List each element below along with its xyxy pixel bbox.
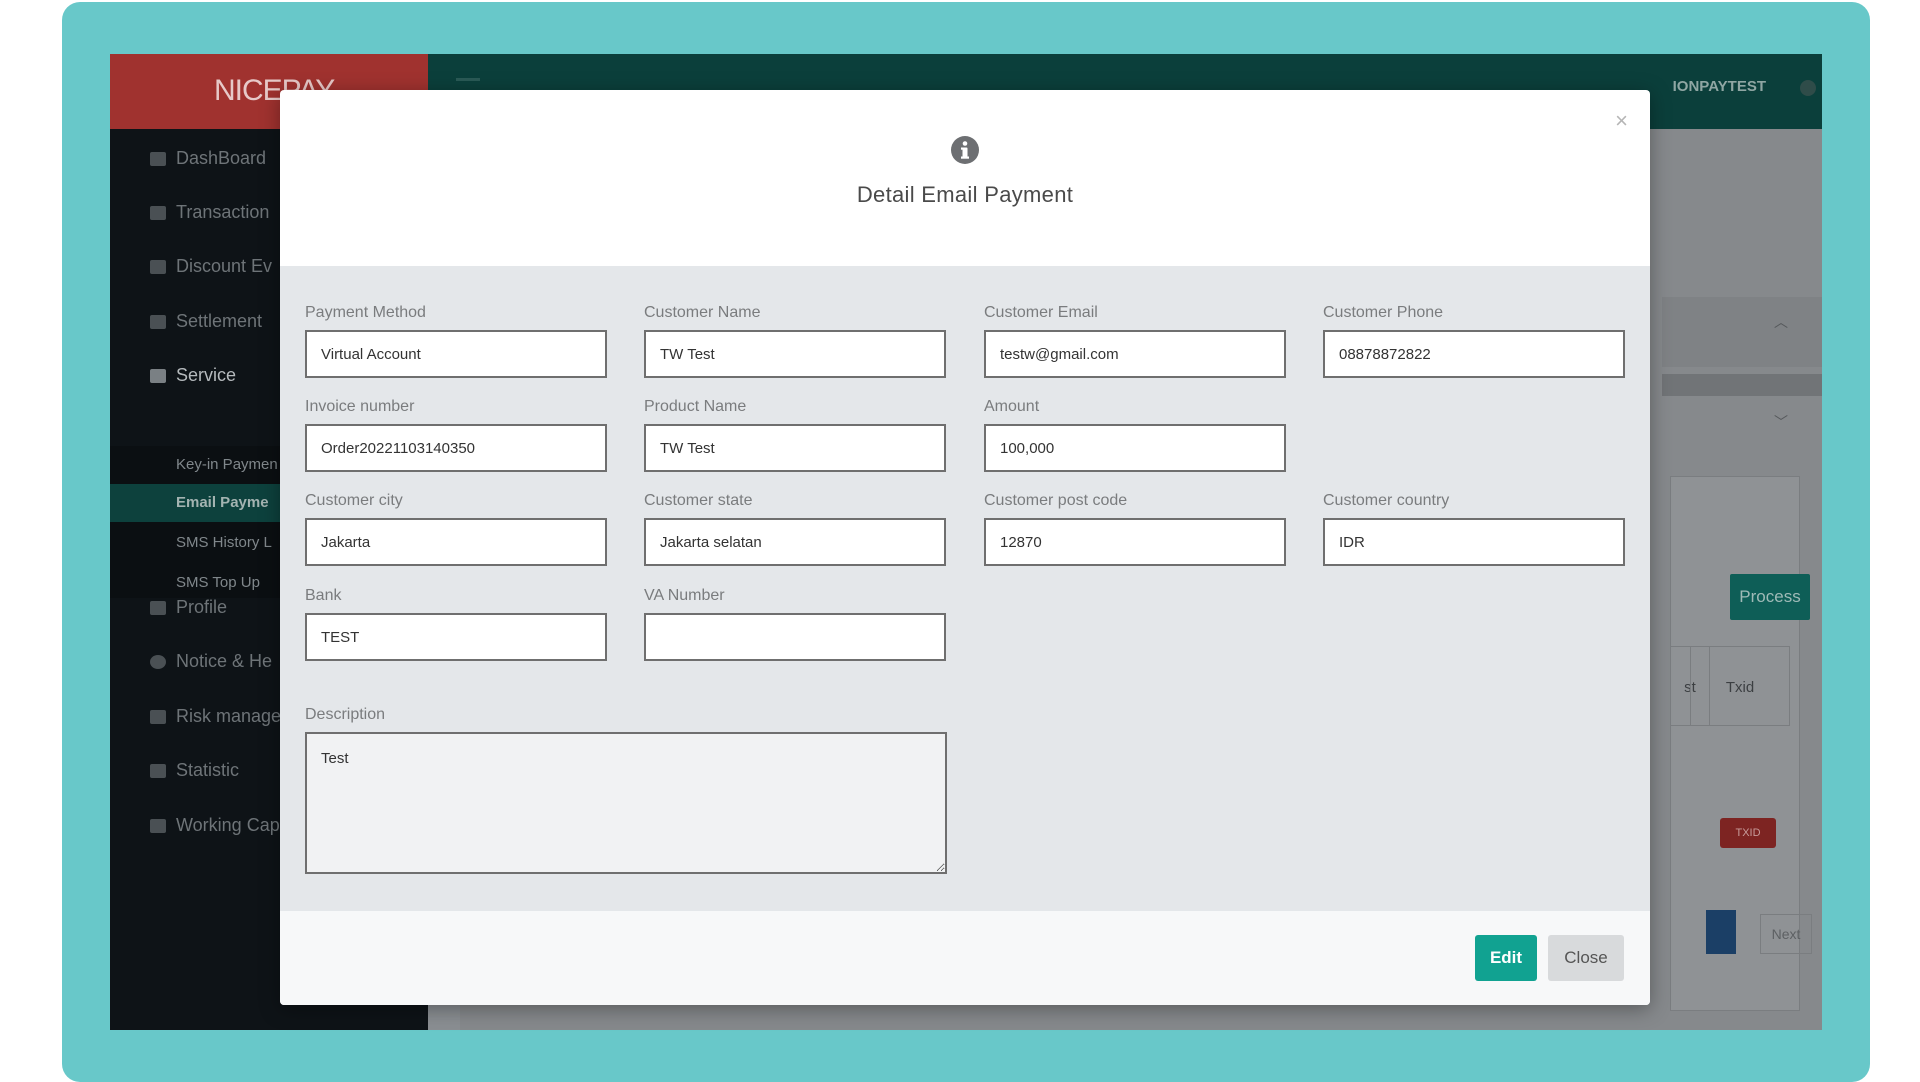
close-icon[interactable]: × [1615, 110, 1628, 132]
va-number-field[interactable] [644, 613, 946, 661]
sidebar-item-statistic[interactable]: Statistic [150, 760, 239, 781]
dashboard-icon [150, 151, 166, 166]
amount-group: Amount [984, 398, 1286, 472]
gear-icon[interactable] [1800, 80, 1816, 96]
chevron-up-icon[interactable]: ︿ [1774, 312, 1788, 332]
customer-country-group: Customer country [1323, 492, 1625, 566]
sidebar-item-settlement[interactable]: Settlement [150, 311, 262, 332]
description-group: Description Test [305, 706, 947, 879]
customer-state-field[interactable] [644, 518, 946, 566]
customer-email-group: Customer Email [984, 304, 1286, 378]
sidebar-item-working-capital[interactable]: Working Cap [150, 815, 280, 836]
sidebar-item-risk[interactable]: Risk manage [150, 706, 281, 727]
users-icon [150, 368, 166, 383]
modal-footer [280, 911, 1650, 1005]
sidebar-item-discount[interactable]: Discount Ev [150, 256, 272, 277]
customer-state-group: Customer state [644, 492, 946, 566]
description-label: Description [305, 706, 386, 723]
invoice-number-group: Invoice number [305, 398, 607, 472]
customer-name-field[interactable] [644, 330, 946, 378]
description-field[interactable]: Test [305, 732, 947, 874]
bank-field[interactable] [305, 613, 607, 661]
bank-label: Bank [305, 587, 342, 604]
customer-city-field[interactable] [305, 518, 607, 566]
bar-chart-icon [150, 259, 166, 274]
customer-email-field[interactable] [984, 330, 1286, 378]
customer-state-label: Customer state [644, 492, 753, 509]
modal-title: Detail Email Payment [856, 182, 1074, 207]
invoice-number-field[interactable] [305, 424, 607, 472]
edit-button[interactable]: Edit [1475, 935, 1537, 981]
table-header-txid: Txid [1690, 646, 1790, 726]
product-name-group: Product Name [644, 398, 946, 472]
panel-divider [1662, 374, 1822, 396]
monitor-icon [150, 600, 166, 615]
va-number-label: VA Number [644, 587, 725, 604]
folder-icon [150, 818, 166, 833]
info-icon [951, 136, 979, 164]
payment-method-group: Payment Method [305, 304, 607, 378]
user-name[interactable]: IONPAYTEST [1673, 78, 1766, 95]
payment-method-label: Payment Method [305, 304, 426, 321]
customer-country-label: Customer country [1323, 492, 1450, 509]
customer-post-code-field[interactable] [984, 518, 1286, 566]
amount-field[interactable] [984, 424, 1286, 472]
sidebar-item-notice[interactable]: Notice & He [150, 651, 272, 672]
customer-phone-field[interactable] [1323, 330, 1625, 378]
customer-phone-group: Customer Phone [1323, 304, 1625, 378]
modal-body: Payment Method Customer Name Customer Em… [280, 266, 1650, 911]
customer-name-label: Customer Name [644, 304, 761, 321]
customer-city-label: Customer city [305, 492, 403, 509]
customer-post-code-group: Customer post code [984, 492, 1286, 566]
txid-button[interactable]: TXID [1720, 818, 1776, 848]
sidebar-item-transaction[interactable]: Transaction [150, 202, 269, 223]
customer-phone-label: Customer Phone [1323, 304, 1444, 321]
customer-post-code-label: Customer post code [984, 492, 1128, 509]
customer-email-label: Customer Email [984, 304, 1098, 321]
folder-icon [150, 763, 166, 778]
customer-name-group: Customer Name [644, 304, 946, 378]
pagination-active[interactable] [1706, 910, 1736, 954]
comment-icon [150, 654, 166, 669]
modal-header: Detail Email Payment [280, 90, 1650, 266]
payment-method-field[interactable] [305, 330, 607, 378]
invoice-number-label: Invoice number [305, 398, 415, 415]
customer-country-field[interactable] [1323, 518, 1625, 566]
close-button[interactable]: Close [1548, 935, 1624, 981]
exchange-icon [150, 205, 166, 220]
next-button[interactable]: Next [1760, 914, 1812, 954]
chevron-down-icon[interactable]: ﹀ [1774, 412, 1788, 432]
product-name-label: Product Name [644, 398, 747, 415]
sidebar-item-service[interactable]: Service [150, 365, 236, 386]
amount-label: Amount [984, 398, 1040, 415]
sidebar-item-dashboard[interactable]: DashBoard [150, 148, 266, 169]
detail-modal: Detail Email Payment × Payment Method Cu… [280, 90, 1650, 1005]
product-name-field[interactable] [644, 424, 946, 472]
sidebar-item-profile[interactable]: Profile [150, 597, 227, 618]
calendar-icon [150, 314, 166, 329]
bank-group: Bank [305, 587, 607, 661]
folder-icon [150, 709, 166, 724]
process-button[interactable]: Process [1730, 574, 1810, 620]
va-number-group: VA Number [644, 587, 946, 661]
collapsible-panel [1662, 297, 1822, 367]
customer-city-group: Customer city [305, 492, 607, 566]
